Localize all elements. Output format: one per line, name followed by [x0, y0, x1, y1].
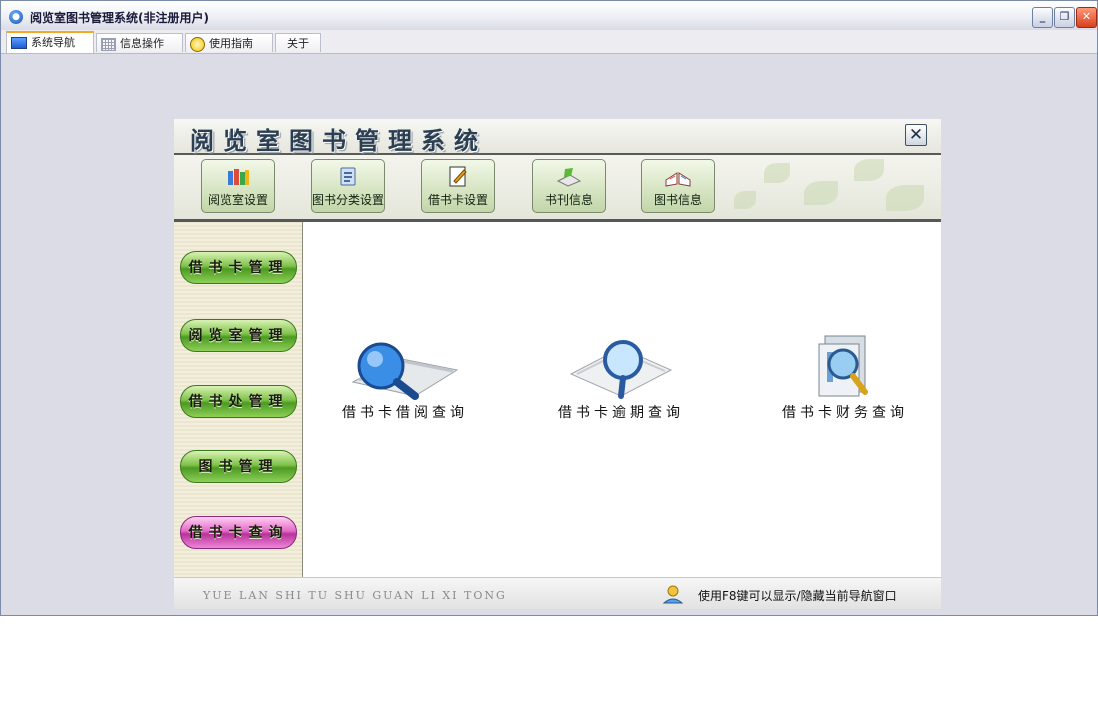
toolbar-label: 借书卡设置	[427, 193, 488, 207]
panel-title: 阅览室图书管理系统	[190, 126, 487, 155]
leaf-decoration	[804, 181, 838, 205]
query-content: 借书卡借阅查询 借书卡逾期查询 借书卡财务查询	[303, 222, 941, 577]
app-logo-icon: ●	[9, 10, 23, 24]
tab-label: 系统导航	[31, 36, 75, 49]
sidebar-reading-room-management[interactable]: 阅览室管理	[180, 319, 297, 352]
open-book-icon	[665, 172, 691, 187]
paper-search-icon	[569, 340, 673, 399]
window-title: 阅览室图书管理系统(非注册用户)	[30, 11, 209, 25]
sidebar-card-query[interactable]: 借书卡查询	[180, 516, 297, 549]
toolbar-reading-room-settings-button[interactable]: 阅览室设置	[201, 159, 275, 213]
monitor-icon	[11, 37, 27, 49]
tab-guide[interactable]: 使用指南	[185, 33, 273, 52]
toolbar-book-category-settings-button[interactable]: 图书分类设置	[311, 159, 385, 213]
close-button[interactable]: ✕	[1076, 7, 1097, 28]
leaf-decoration	[734, 191, 756, 209]
toolbar-label: 图书分类设置	[312, 193, 385, 207]
footer-pinyin-text: YUE LAN SHI TU SHU GUAN LI XI TONG	[203, 589, 507, 602]
nav-panel: 阅览室图书管理系统 ✕ 阅览室设置 图书分类设置 借书卡设置 书刊信息 图书信息…	[174, 119, 941, 609]
tab-label: 关于	[287, 37, 309, 50]
panel-header: 阅览室图书管理系统 ✕	[174, 119, 941, 155]
query-finance-button[interactable]: 借书卡财务查询	[755, 330, 935, 422]
grid-icon	[101, 37, 116, 51]
f8-tip-text: 使用F8键可以显示/隐藏当前导航窗口	[698, 589, 897, 603]
sidebar: 借书卡管理 阅览室管理 借书处管理 图书管理 借书卡查询	[174, 222, 303, 577]
card-edit-icon	[449, 166, 467, 187]
toolbar-library-card-settings-button[interactable]: 借书卡设置	[421, 159, 495, 213]
query-overdue-button[interactable]: 借书卡逾期查询	[531, 330, 711, 422]
leaf-decoration	[764, 163, 790, 183]
leaf-decoration	[886, 185, 924, 211]
tab-bar: 系统导航 信息操作 使用指南 关于	[1, 30, 1097, 54]
toolbar-book-info-button[interactable]: 图书信息	[641, 159, 715, 213]
tab-about[interactable]: 关于	[275, 33, 321, 52]
toolbar-label: 阅览室设置	[207, 193, 268, 207]
toolbar-label: 书刊信息	[544, 193, 593, 207]
panel-footer: YUE LAN SHI TU SHU GUAN LI XI TONG 使用F8键…	[174, 577, 941, 609]
minimize-button[interactable]: _	[1032, 7, 1053, 28]
query-borrowing-button[interactable]: 借书卡借阅查询	[315, 330, 495, 422]
book-search-icon	[351, 342, 459, 400]
books-icon	[228, 169, 249, 185]
tab-system-nav[interactable]: 系统导航	[6, 31, 94, 53]
tab-info-ops[interactable]: 信息操作	[96, 33, 183, 52]
sidebar-book-management[interactable]: 图书管理	[180, 450, 297, 483]
journal-icon	[556, 168, 582, 187]
restore-button[interactable]: ❐	[1054, 7, 1075, 28]
finance-search-icon	[818, 335, 868, 397]
query-label: 借书卡逾期查询	[558, 405, 684, 421]
toolbar: 阅览室设置 图书分类设置 借书卡设置 书刊信息 图书信息	[174, 155, 941, 222]
sidebar-card-management[interactable]: 借书卡管理	[180, 251, 297, 284]
query-label: 借书卡财务查询	[782, 405, 908, 421]
user-tip-icon	[662, 585, 684, 604]
book-category-icon	[340, 167, 356, 186]
panel-close-button[interactable]: ✕	[905, 124, 927, 146]
tab-label: 信息操作	[120, 37, 164, 50]
leaf-decoration	[854, 159, 884, 181]
lamp-icon	[190, 36, 205, 52]
title-bar: ● 阅览室图书管理系统(非注册用户) _ ❐ ✕	[1, 1, 1097, 30]
query-label: 借书卡借阅查询	[342, 405, 468, 421]
tab-label: 使用指南	[209, 37, 253, 50]
toolbar-label: 图书信息	[653, 193, 702, 207]
toolbar-journal-info-button[interactable]: 书刊信息	[532, 159, 606, 213]
sidebar-lending-desk-management[interactable]: 借书处管理	[180, 385, 297, 418]
